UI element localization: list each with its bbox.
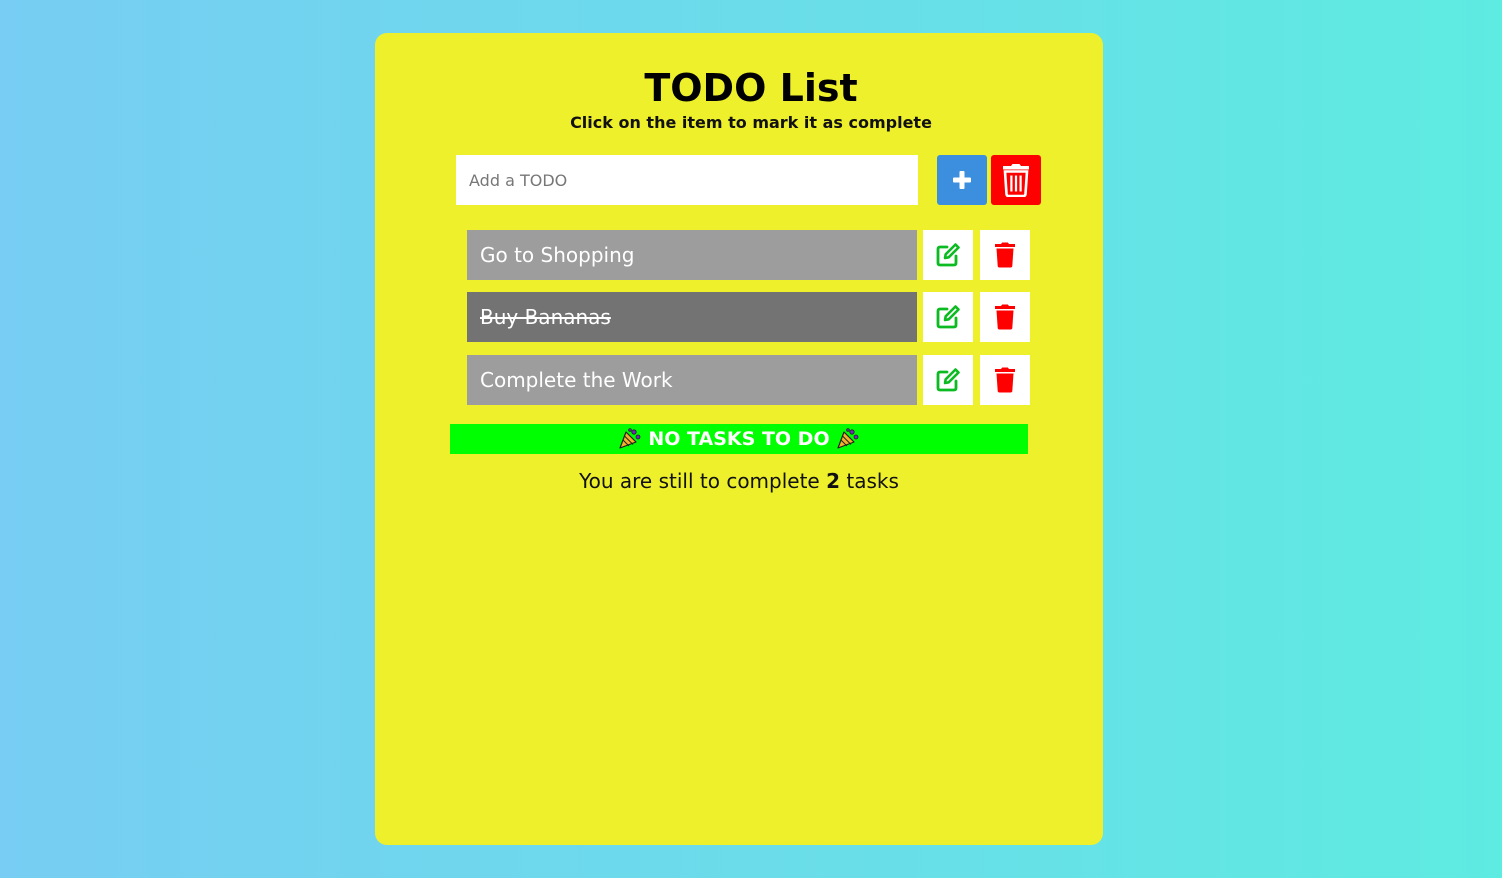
delete-todo-button[interactable] bbox=[980, 355, 1030, 405]
todo-input[interactable] bbox=[456, 155, 918, 205]
todo-item-completed[interactable]: Buy Bananas bbox=[467, 292, 917, 342]
no-tasks-banner: NO TASKS TO DO bbox=[450, 424, 1028, 454]
page-subtitle: Click on the item to mark it as complete bbox=[570, 113, 932, 132]
todo-item-label: Go to Shopping bbox=[480, 243, 635, 267]
clear-all-button[interactable] bbox=[991, 155, 1041, 205]
counter-prefix: You are still to complete bbox=[579, 469, 820, 493]
page-title: TODO List bbox=[644, 66, 858, 110]
trash-icon bbox=[995, 367, 1015, 393]
delete-todo-button[interactable] bbox=[980, 292, 1030, 342]
todo-item[interactable]: Go to Shopping bbox=[467, 230, 917, 280]
party-popper-icon bbox=[837, 428, 859, 449]
trash-icon bbox=[995, 304, 1015, 330]
todo-item-label: Complete the Work bbox=[480, 368, 673, 392]
counter-suffix: tasks bbox=[846, 469, 899, 493]
party-popper-icon bbox=[619, 428, 641, 449]
todo-item-label: Buy Bananas bbox=[480, 305, 611, 329]
counter-count: 2 bbox=[826, 469, 841, 493]
edit-icon bbox=[936, 243, 960, 267]
remaining-tasks-counter: You are still to complete 2 tasks bbox=[375, 468, 1103, 494]
plus-icon bbox=[953, 171, 971, 189]
edit-icon bbox=[936, 305, 960, 329]
trash-icon bbox=[995, 242, 1015, 268]
delete-todo-button[interactable] bbox=[980, 230, 1030, 280]
trash-icon bbox=[1003, 164, 1029, 197]
add-todo-button[interactable] bbox=[937, 155, 987, 205]
edit-todo-button[interactable] bbox=[923, 230, 973, 280]
todo-item[interactable]: Complete the Work bbox=[467, 355, 917, 405]
edit-todo-button[interactable] bbox=[923, 292, 973, 342]
banner-text: NO TASKS TO DO bbox=[648, 428, 830, 450]
edit-icon bbox=[936, 368, 960, 392]
edit-todo-button[interactable] bbox=[923, 355, 973, 405]
